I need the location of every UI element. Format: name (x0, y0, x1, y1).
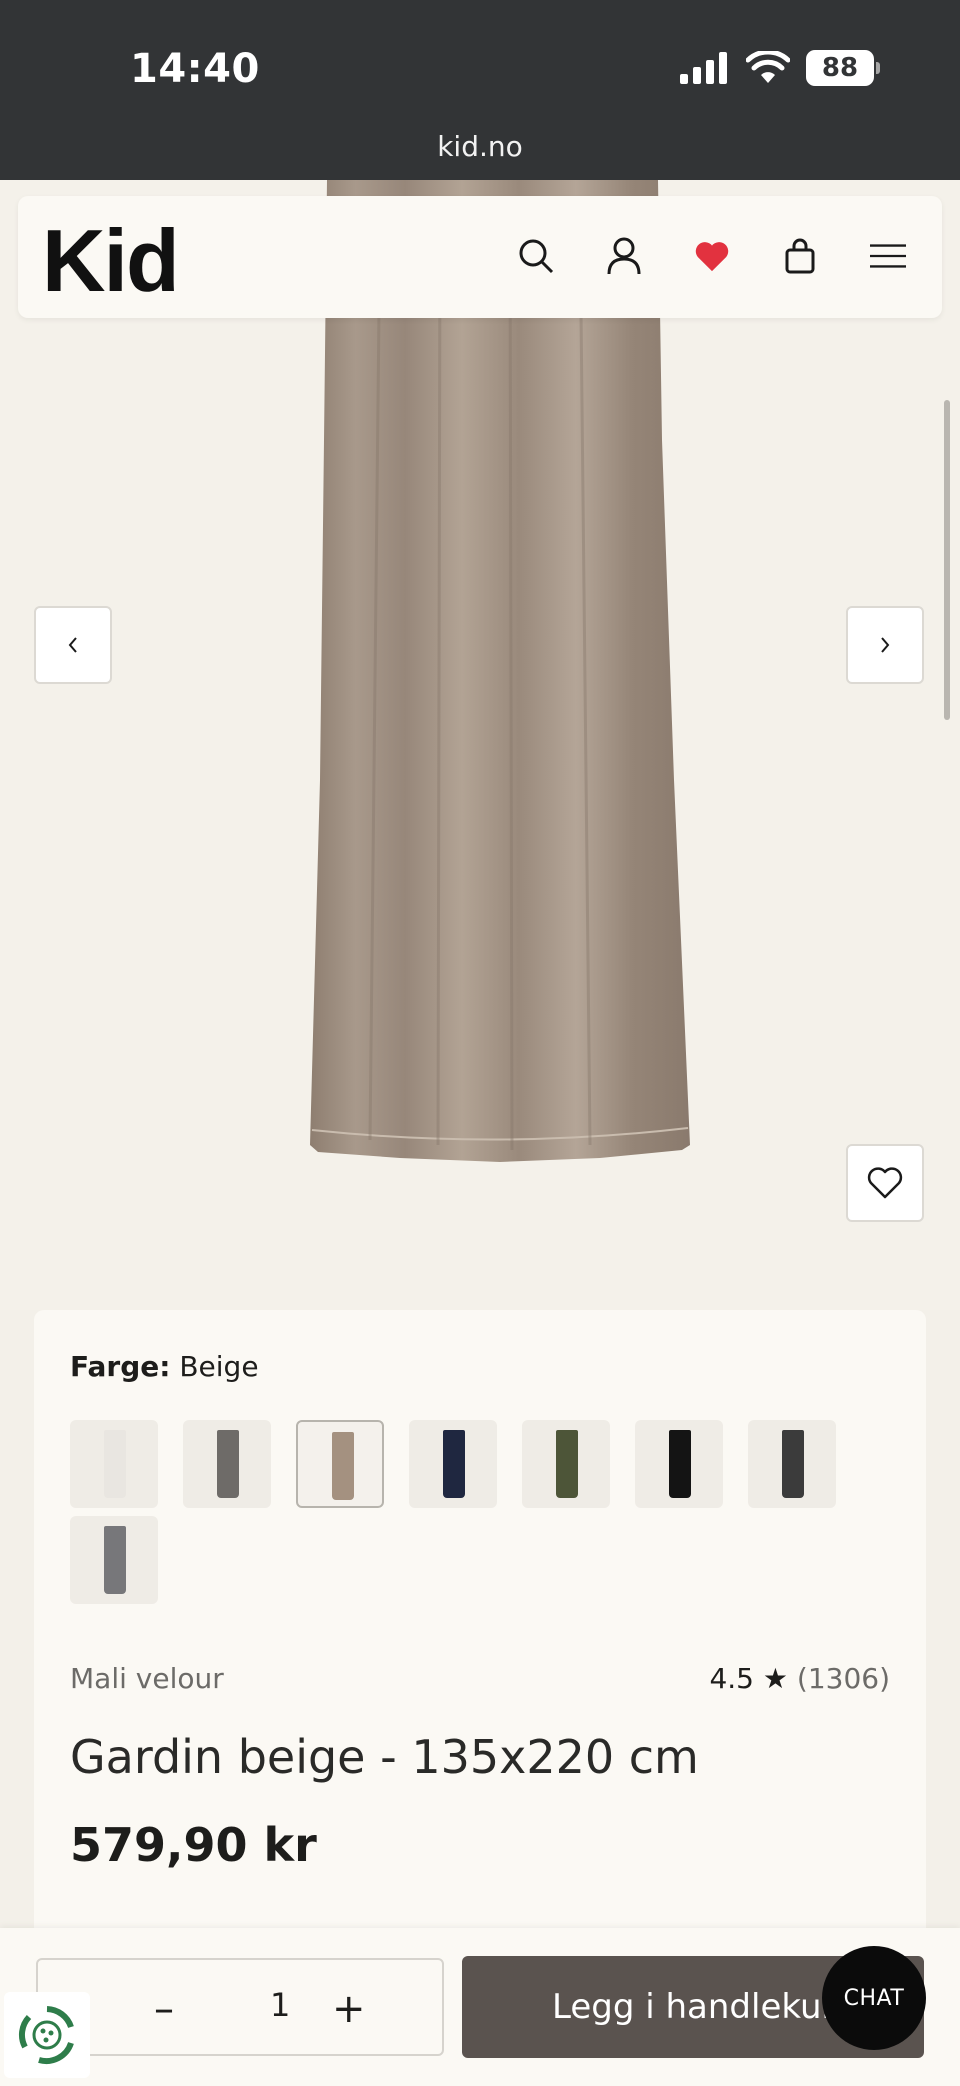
hamburger-icon[interactable] (870, 234, 906, 278)
add-to-cart-label: Legg i handlekurv (552, 1987, 856, 2027)
color-swatch[interactable] (522, 1420, 610, 1508)
recycle-icon (18, 2006, 74, 2065)
color-label: Farge: (70, 1350, 171, 1383)
swatch-curtain-thumbnail (782, 1430, 804, 1498)
chevron-left-icon (68, 637, 77, 653)
quantity-increase-button[interactable]: + (332, 1986, 366, 2032)
product-brand[interactable]: Mali velour (70, 1662, 224, 1695)
swatch-curtain-thumbnail (332, 1432, 354, 1500)
quantity-stepper: – 1 + (36, 1958, 444, 2056)
product-image (310, 180, 690, 1162)
color-selector-label: Farge: Beige (70, 1350, 259, 1383)
search-icon[interactable] (518, 234, 554, 278)
color-swatch[interactable] (409, 1420, 497, 1508)
site-header: Kid (18, 196, 942, 318)
signal-icon (680, 52, 727, 84)
chevron-right-icon (881, 637, 890, 653)
wifi-icon (746, 51, 790, 83)
eco-badge[interactable] (4, 1992, 90, 2078)
gallery-next-button[interactable] (846, 606, 924, 684)
review-count: (1306) (796, 1662, 890, 1695)
product-title: Gardin beige - 135x220 cm (70, 1730, 699, 1784)
chat-label: CHAT (843, 1985, 905, 2011)
status-time: 14:40 (130, 46, 260, 92)
page-scrollbar[interactable] (944, 400, 950, 720)
chat-button[interactable]: CHAT (822, 1946, 926, 2050)
header-actions (518, 234, 906, 278)
status-icons: 88 (680, 50, 880, 86)
swatch-curtain-thumbnail (669, 1430, 691, 1498)
color-value: Beige (179, 1350, 259, 1383)
swatch-curtain-thumbnail (104, 1430, 126, 1498)
color-swatch[interactable] (70, 1516, 158, 1604)
color-swatch[interactable] (296, 1420, 384, 1508)
product-gallery[interactable] (0, 180, 960, 1310)
color-swatch[interactable] (70, 1420, 158, 1508)
quantity-decrease-button[interactable]: – (154, 1986, 174, 2032)
swatch-curtain-thumbnail (556, 1430, 578, 1498)
color-swatch[interactable] (635, 1420, 723, 1508)
star-icon: ★ (762, 1662, 788, 1695)
add-to-cart-bar: – 1 + Legg i handlekurv (0, 1928, 960, 2086)
color-swatch[interactable] (183, 1420, 271, 1508)
product-price: 579,90 kr (70, 1818, 317, 1872)
heart-filled-icon[interactable] (694, 234, 730, 278)
gallery-prev-button[interactable] (34, 606, 112, 684)
swatch-curtain-thumbnail (443, 1430, 465, 1498)
add-to-wishlist-button[interactable] (846, 1144, 924, 1222)
browser-url[interactable]: kid.no (0, 130, 960, 163)
battery-indicator: 88 (806, 50, 880, 86)
bag-icon[interactable] (782, 234, 818, 278)
quantity-value[interactable]: 1 (270, 1986, 290, 2024)
user-icon[interactable] (606, 234, 642, 278)
color-swatch[interactable] (748, 1420, 836, 1508)
rating-value: 4.5 (709, 1662, 754, 1695)
status-bar: 14:40 88 kid.no (0, 0, 960, 180)
kid-logo[interactable]: Kid (42, 210, 180, 312)
product-rating[interactable]: 4.5 ★ (1306) (709, 1662, 890, 1695)
heart-outline-icon (867, 1167, 903, 1199)
swatch-curtain-thumbnail (217, 1430, 239, 1498)
swatch-curtain-thumbnail (104, 1526, 126, 1594)
